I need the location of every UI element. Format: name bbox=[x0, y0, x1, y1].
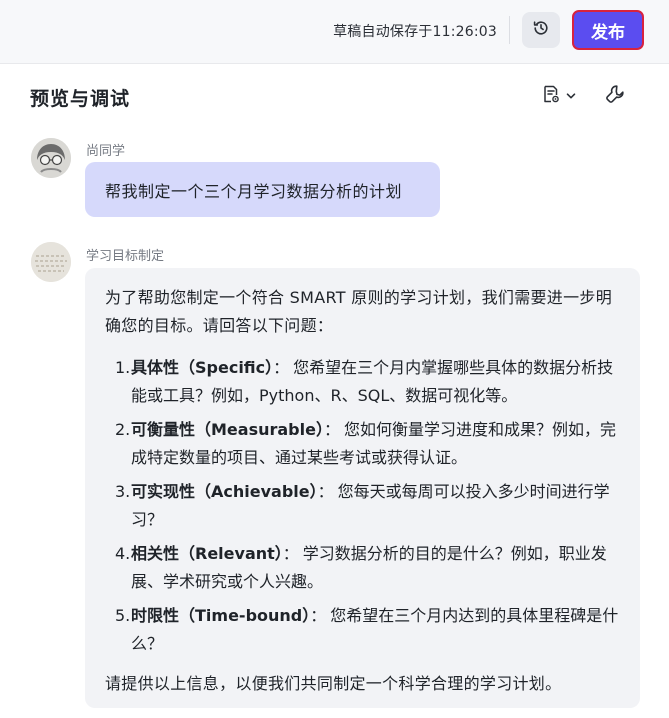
list-item-term: 可实现性（Achievable） bbox=[131, 482, 318, 501]
tools-button[interactable] bbox=[604, 82, 626, 110]
list-item-sep: ： bbox=[323, 420, 340, 439]
list-item: 3. 可实现性（Achievable）： 您每天或每周可以投入多少时间进行学习？ bbox=[115, 478, 620, 534]
bot-name: 学习目标制定 bbox=[86, 249, 165, 264]
history-clock-icon bbox=[532, 19, 550, 41]
chevron-down-icon bbox=[565, 87, 577, 106]
list-item-sep: ： bbox=[282, 544, 299, 563]
list-item: 4. 相关性（Relevant）： 学习数据分析的目的是什么？例如，职业发展、学术… bbox=[115, 540, 620, 596]
list-item-number: 3. bbox=[115, 482, 131, 501]
list-item-term: 可衡量性（Measurable） bbox=[131, 420, 324, 439]
list-item-number: 1. bbox=[115, 358, 131, 377]
question-list: 1. 具体性（Specific）： 您希望在三个月内掌握哪些具体的数据分析技能或工… bbox=[105, 354, 620, 658]
user-message-bubble: 帮我制定一个三个月学习数据分析的计划 bbox=[85, 162, 440, 217]
list-item: 2. 可衡量性（Measurable）： 您如何衡量学习进度和成果？例如，完成特定… bbox=[115, 416, 620, 472]
top-bar: 草稿自动保存于11:26:03 发布 bbox=[0, 0, 669, 64]
list-item: 1. 具体性（Specific）： 您希望在三个月内掌握哪些具体的数据分析技能或工… bbox=[115, 354, 620, 410]
list-item: 5. 时限性（Time-bound）： 您希望在三个月内达到的具体里程碑是什么？ bbox=[115, 602, 620, 658]
user-name: 尚同学 bbox=[86, 144, 126, 159]
bot-avatar bbox=[31, 242, 71, 282]
list-item-number: 4. bbox=[115, 544, 131, 563]
list-item-term: 相关性（Relevant） bbox=[131, 544, 283, 563]
debug-settings-dropdown[interactable] bbox=[541, 82, 577, 110]
user-avatar bbox=[31, 138, 71, 178]
history-button[interactable] bbox=[522, 12, 560, 48]
bot-outro-text: 请提供以上信息，以便我们共同制定一个科学合理的学习计划。 bbox=[105, 674, 562, 693]
list-item-number: 2. bbox=[115, 420, 131, 439]
list-item-number: 5. bbox=[115, 606, 131, 625]
bot-message-bubble: 为了帮助您制定一个符合 SMART 原则的学习计划，我们需要进一步明确您的目标。… bbox=[85, 268, 640, 708]
list-item-sep: ： bbox=[310, 606, 327, 625]
doc-settings-icon bbox=[541, 84, 561, 108]
panel-title: 预览与调试 bbox=[30, 88, 131, 110]
list-item-term: 时限性（Time-bound） bbox=[131, 606, 311, 625]
list-item-term: 具体性（Specific） bbox=[131, 358, 274, 377]
list-item-sep: ： bbox=[273, 358, 290, 377]
wrench-icon bbox=[604, 83, 626, 109]
bot-intro-text: 为了帮助您制定一个符合 SMART 原则的学习计划，我们需要进一步明确您的目标。… bbox=[105, 288, 613, 335]
publish-button[interactable]: 发布 bbox=[572, 10, 644, 50]
toolbar-divider bbox=[509, 16, 510, 44]
autosave-status: 草稿自动保存于11:26:03 bbox=[333, 24, 497, 40]
list-item-sep: ： bbox=[317, 482, 334, 501]
